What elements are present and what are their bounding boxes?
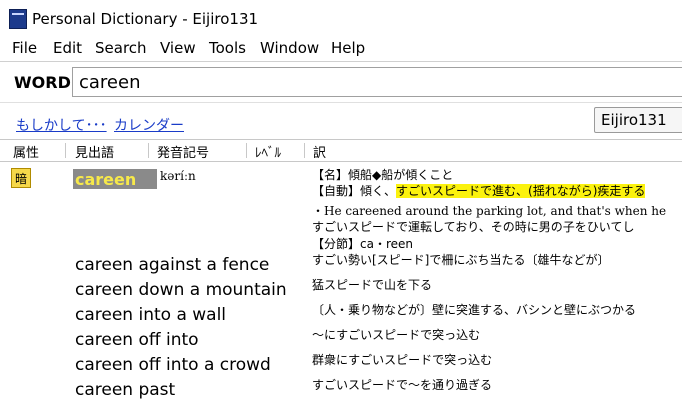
title-bar: Personal Dictionary - Eijiro131 bbox=[0, 0, 682, 36]
suggest-link[interactable]: もしかして･･･ bbox=[16, 115, 107, 135]
col-divider[interactable] bbox=[246, 143, 247, 158]
phrase-translation: すごいスピードで～を通り過ぎる bbox=[312, 378, 493, 392]
phrase-translation: 猛スピードで山を下る bbox=[312, 278, 433, 292]
word-label: WORD bbox=[14, 73, 71, 92]
menu-view[interactable]: View bbox=[160, 39, 196, 57]
word-input[interactable] bbox=[72, 67, 682, 97]
calendar-link[interactable]: カレンダー bbox=[114, 115, 184, 135]
sense-noun: 【名】傾船◆船が傾くこと bbox=[312, 168, 454, 182]
entry-pronunciation: kəríːn bbox=[160, 169, 196, 183]
phrase-item[interactable]: careen off into bbox=[75, 330, 199, 350]
word-search-bar: WORD bbox=[0, 61, 682, 102]
menu-window[interactable]: Window bbox=[260, 39, 319, 57]
syllabification: 【分節】ca・reen bbox=[312, 237, 413, 251]
link-row: もしかして･･･ カレンダー Eijiro131 bbox=[0, 102, 682, 139]
phrase-translation: すごい勢い[スピード]で柵にぶち当たる〔雄牛などが〕 bbox=[312, 253, 610, 267]
menu-bar: File Edit Search View Tools Window Help bbox=[0, 36, 682, 60]
phrase-item[interactable]: careen into a wall bbox=[75, 305, 226, 325]
window-title: Personal Dictionary - Eijiro131 bbox=[32, 10, 259, 28]
col-divider[interactable] bbox=[148, 143, 149, 158]
menu-edit[interactable]: Edit bbox=[53, 39, 82, 57]
col-divider[interactable] bbox=[304, 143, 305, 158]
menu-help[interactable]: Help bbox=[331, 39, 365, 57]
phrase-translation: 〔人・乗り物などが〕壁に突進する、バシンと壁にぶつかる bbox=[312, 303, 637, 317]
phrase-translation: ～にすごいスピードで突っ込む bbox=[312, 328, 481, 342]
col-headword[interactable]: 見出語 bbox=[75, 142, 114, 161]
menu-tools[interactable]: Tools bbox=[209, 39, 246, 57]
entry-headword[interactable]: careen bbox=[73, 169, 157, 189]
menu-search[interactable]: Search bbox=[95, 39, 147, 57]
dictionary-select[interactable]: Eijiro131 bbox=[594, 107, 682, 133]
example-japanese: すごいスピードで運転しており、その時に男の子をひいてし bbox=[312, 220, 635, 234]
phrase-item[interactable]: careen past bbox=[75, 380, 175, 400]
phrase-item[interactable]: careen down a mountain bbox=[75, 280, 287, 300]
app-icon bbox=[9, 9, 27, 29]
sense-verb: 【自動】傾く、すごいスピードで進む、(揺れながら)疾走する bbox=[312, 182, 646, 199]
sense-verb-highlight: すごいスピードで進む、(揺れながら)疾走する bbox=[396, 184, 646, 198]
col-attribute[interactable]: 属性 bbox=[13, 142, 39, 161]
phrase-translation: 群衆にすごいスピードで突っ込む bbox=[312, 353, 493, 367]
col-level[interactable]: ﾚﾍﾞﾙ bbox=[255, 142, 281, 161]
sense-verb-prefix: 【自動】傾く、 bbox=[312, 184, 397, 198]
col-translation[interactable]: 訳 bbox=[313, 142, 326, 161]
col-pronunciation[interactable]: 発音記号 bbox=[157, 142, 209, 161]
col-divider[interactable] bbox=[65, 143, 66, 158]
phrase-item[interactable]: careen off into a crowd bbox=[75, 355, 271, 375]
phrase-item[interactable]: careen against a fence bbox=[75, 255, 269, 275]
example-english: ・He careened around the parking lot, and… bbox=[312, 204, 667, 218]
memorize-badge[interactable]: 暗 bbox=[11, 168, 31, 188]
column-header: 属性 見出語 発音記号 ﾚﾍﾞﾙ 訳 bbox=[0, 139, 682, 162]
menu-file[interactable]: File bbox=[12, 39, 37, 57]
